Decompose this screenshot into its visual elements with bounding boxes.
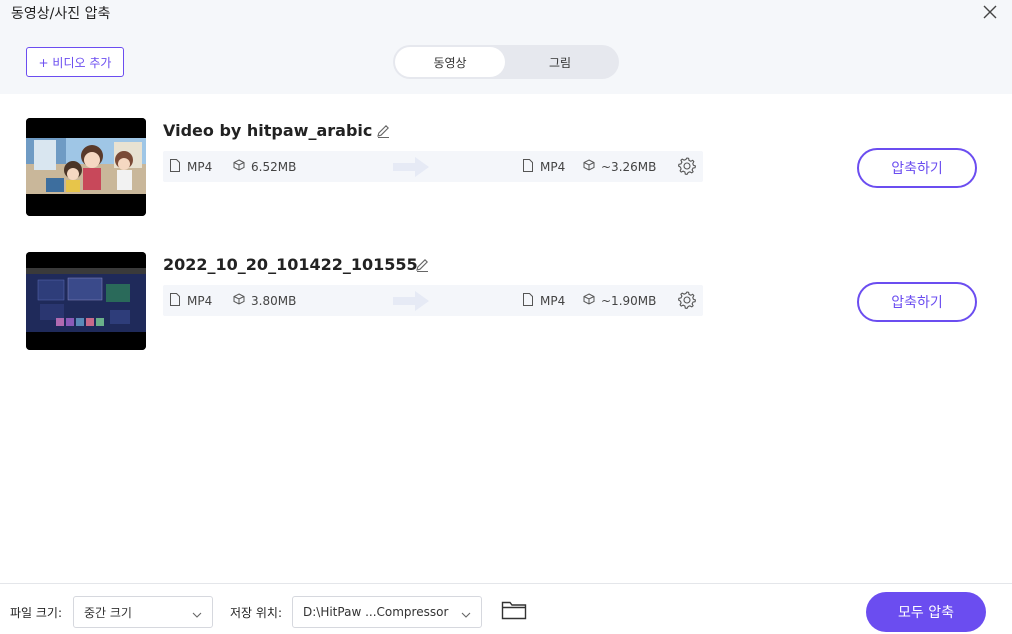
video-thumbnail — [26, 118, 146, 216]
compress-button[interactable]: 압축하기 — [857, 148, 977, 188]
footer-bar: 파일 크기: 중간 크기 저장 위치: D:\HitPaw ...Compres… — [0, 583, 1012, 634]
chevron-down-icon — [461, 608, 471, 622]
size-icon — [233, 293, 245, 308]
item-title: Video by hitpaw_arabic — [163, 121, 373, 140]
item-title: 2022_10_20_101422_101555 — [163, 255, 418, 274]
input-format: MP4 — [169, 151, 212, 182]
add-video-label: + 비디오 추가 — [38, 55, 112, 70]
output-size: ~3.26MB — [583, 151, 656, 182]
input-size: 3.80MB — [233, 285, 296, 316]
output-format: MP4 — [522, 285, 565, 316]
close-icon[interactable] — [980, 2, 1000, 22]
edit-icon[interactable] — [414, 257, 430, 273]
file-size-select[interactable]: 중간 크기 — [73, 596, 213, 628]
arrow-right-icon — [393, 289, 433, 316]
size-icon — [233, 159, 245, 174]
input-format: MP4 — [169, 285, 212, 316]
add-video-button[interactable]: + 비디오 추가 — [26, 47, 124, 77]
list-item: 2022_10_20_101422_101555 MP4 3.80MB MP4 … — [0, 252, 1012, 352]
tab-video[interactable]: 동영상 — [395, 47, 505, 77]
file-icon — [169, 158, 181, 175]
gear-icon[interactable] — [677, 156, 697, 179]
compress-button[interactable]: 압축하기 — [857, 282, 977, 322]
video-thumbnail — [26, 252, 146, 350]
window-title: 동영상/사진 압축 — [11, 6, 111, 22]
file-info-bar: MP4 3.80MB MP4 ~1.90MB — [163, 285, 703, 316]
file-icon — [522, 158, 534, 175]
file-info-bar: MP4 6.52MB MP4 ~3.26MB — [163, 151, 703, 182]
file-icon — [169, 292, 181, 309]
input-size: 6.52MB — [233, 151, 296, 182]
edit-icon[interactable] — [375, 123, 391, 139]
size-icon — [583, 293, 595, 308]
output-format: MP4 — [522, 151, 565, 182]
tab-image[interactable]: 그림 — [505, 47, 615, 77]
output-size: ~1.90MB — [583, 285, 656, 316]
media-type-toggle: 동영상 그림 — [393, 45, 619, 79]
gear-icon[interactable] — [677, 290, 697, 313]
chevron-down-icon — [192, 608, 202, 622]
save-location-select[interactable]: D:\HitPaw ...Compressor — [292, 596, 482, 628]
file-icon — [522, 292, 534, 309]
title-bar: 동영상/사진 압축 + 비디오 추가 동영상 그림 — [0, 0, 1012, 94]
file-size-label: 파일 크기: — [10, 606, 63, 620]
save-location-label: 저장 위치: — [230, 606, 283, 620]
compress-all-button[interactable]: 모두 압축 — [866, 592, 986, 632]
arrow-right-icon — [393, 155, 433, 182]
size-icon — [583, 159, 595, 174]
list-item: Video by hitpaw_arabic MP4 6.52MB MP4 ~3… — [0, 118, 1012, 218]
folder-icon[interactable] — [501, 600, 527, 624]
